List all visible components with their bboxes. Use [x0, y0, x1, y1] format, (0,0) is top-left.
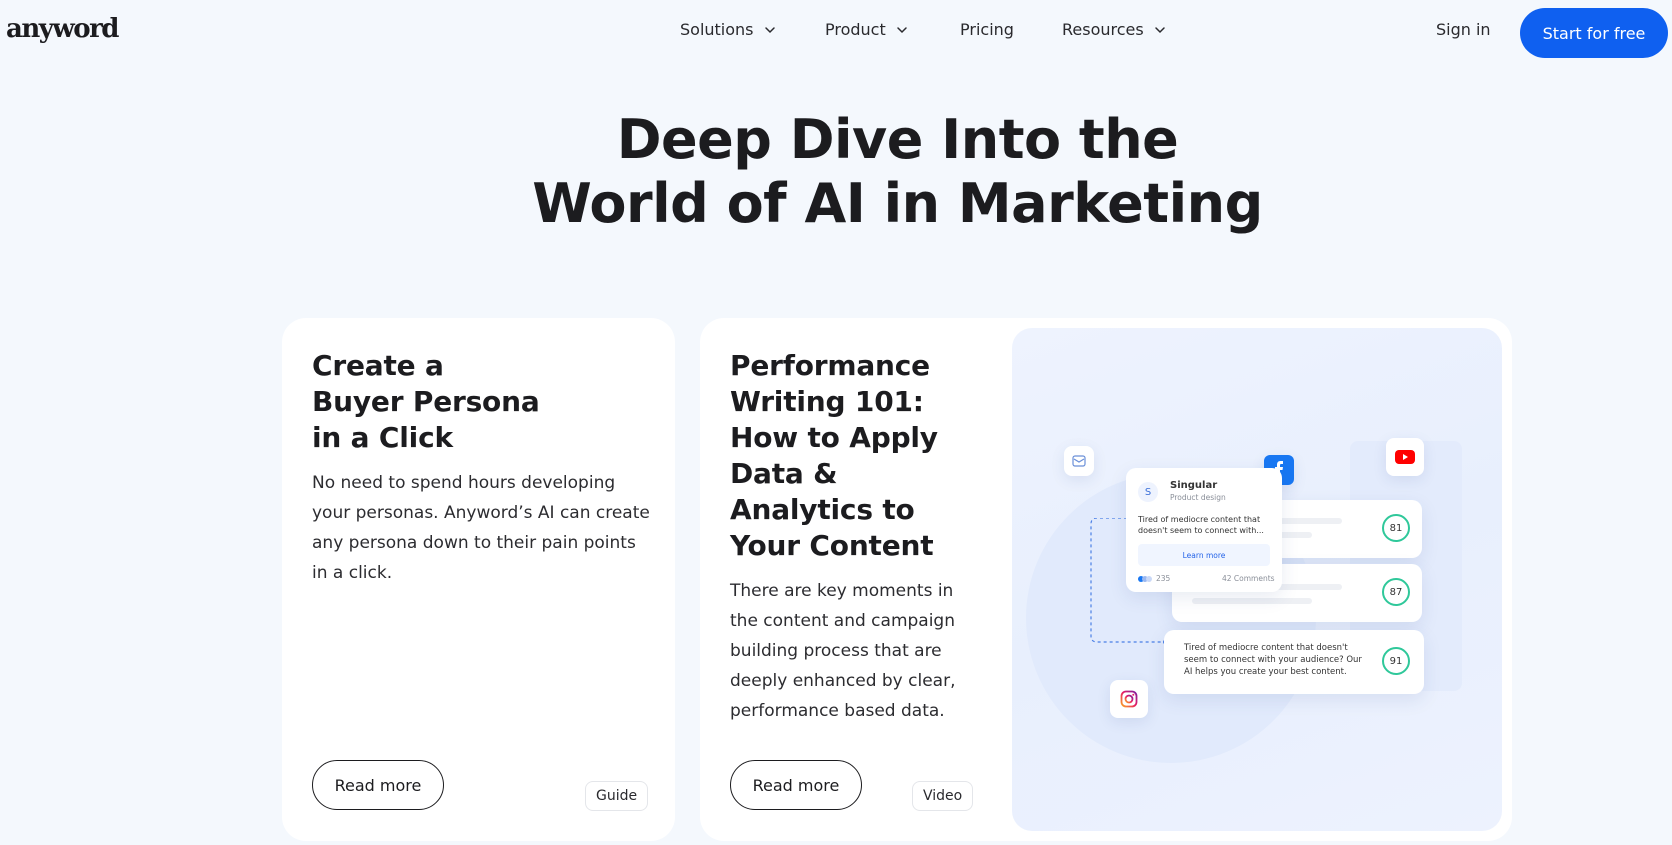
- content-type-tag: Guide: [585, 781, 649, 811]
- score-badge: 81: [1382, 514, 1410, 542]
- score-badge: 87: [1382, 578, 1410, 606]
- chevron-down-icon: [1154, 26, 1165, 33]
- card-description: No need to spend hours developing your p…: [312, 473, 650, 583]
- nav-item-label: Solutions: [680, 20, 754, 39]
- post-comments-count: 42 Comments: [1222, 574, 1275, 583]
- card-description: There are key moments in the content and…: [730, 581, 956, 721]
- start-for-free-button[interactable]: Start for free: [1520, 8, 1668, 58]
- chevron-down-icon: [897, 26, 907, 33]
- social-post-card: S Singular Product design Tired of medio…: [1126, 468, 1282, 592]
- chevron-down-icon: [764, 26, 775, 33]
- score-card-3: Tired of mediocre content that doesn't s…: [1164, 630, 1424, 694]
- hero-title-line-1: Deep Dive Into the: [616, 108, 1179, 171]
- sign-in-link[interactable]: Sign in: [1436, 20, 1491, 39]
- hero-title: Deep Dive Into the World of AI in Market…: [0, 108, 1672, 236]
- read-more-button[interactable]: Read more: [730, 760, 862, 810]
- email-icon: [1064, 446, 1094, 476]
- article-card-buyer-persona[interactable]: Create a Buyer Persona in a Click No nee…: [282, 318, 675, 841]
- avatar: S: [1138, 482, 1158, 502]
- article-card-performance-writing[interactable]: Performance Writing 101: How to Apply Da…: [700, 318, 1512, 841]
- card-illustration: 81 87 Tired of mediocre content that doe…: [1012, 328, 1502, 831]
- post-learn-more: Learn more: [1138, 544, 1270, 566]
- nav-item-resources[interactable]: Resources: [1062, 20, 1167, 39]
- reaction-dots: [1138, 576, 1152, 582]
- nav-item-product[interactable]: Product: [825, 20, 909, 39]
- nav-item-solutions[interactable]: Solutions: [680, 20, 777, 39]
- card-title: Create a Buyer Persona in a Click: [312, 349, 540, 454]
- post-reactions-count: 235: [1156, 574, 1171, 583]
- post-author: Singular: [1170, 480, 1218, 491]
- anyword-logo[interactable]: anyword: [6, 14, 119, 44]
- score-badge: 91: [1382, 647, 1410, 675]
- read-more-button[interactable]: Read more: [312, 760, 444, 810]
- hero-title-line-2: World of AI in Marketing: [532, 172, 1263, 235]
- card-title: Performance Writing 101: How to Apply Da…: [730, 349, 938, 562]
- nav-item-label: Resources: [1062, 20, 1144, 39]
- instagram-icon: [1110, 680, 1148, 718]
- score-card-text: Tired of mediocre content that doesn't s…: [1184, 643, 1362, 677]
- site-header: anyword Solutions Product Pricing Resour…: [0, 0, 1672, 64]
- post-text: Tired of mediocre content that doesn't s…: [1138, 515, 1264, 535]
- nav-item-pricing[interactable]: Pricing: [960, 20, 1014, 39]
- nav-item-label: Pricing: [960, 20, 1014, 39]
- content-type-tag: Video: [912, 781, 974, 811]
- post-subtitle: Product design: [1170, 493, 1226, 502]
- nav-item-label: Product: [825, 20, 886, 39]
- youtube-icon: [1386, 438, 1424, 476]
